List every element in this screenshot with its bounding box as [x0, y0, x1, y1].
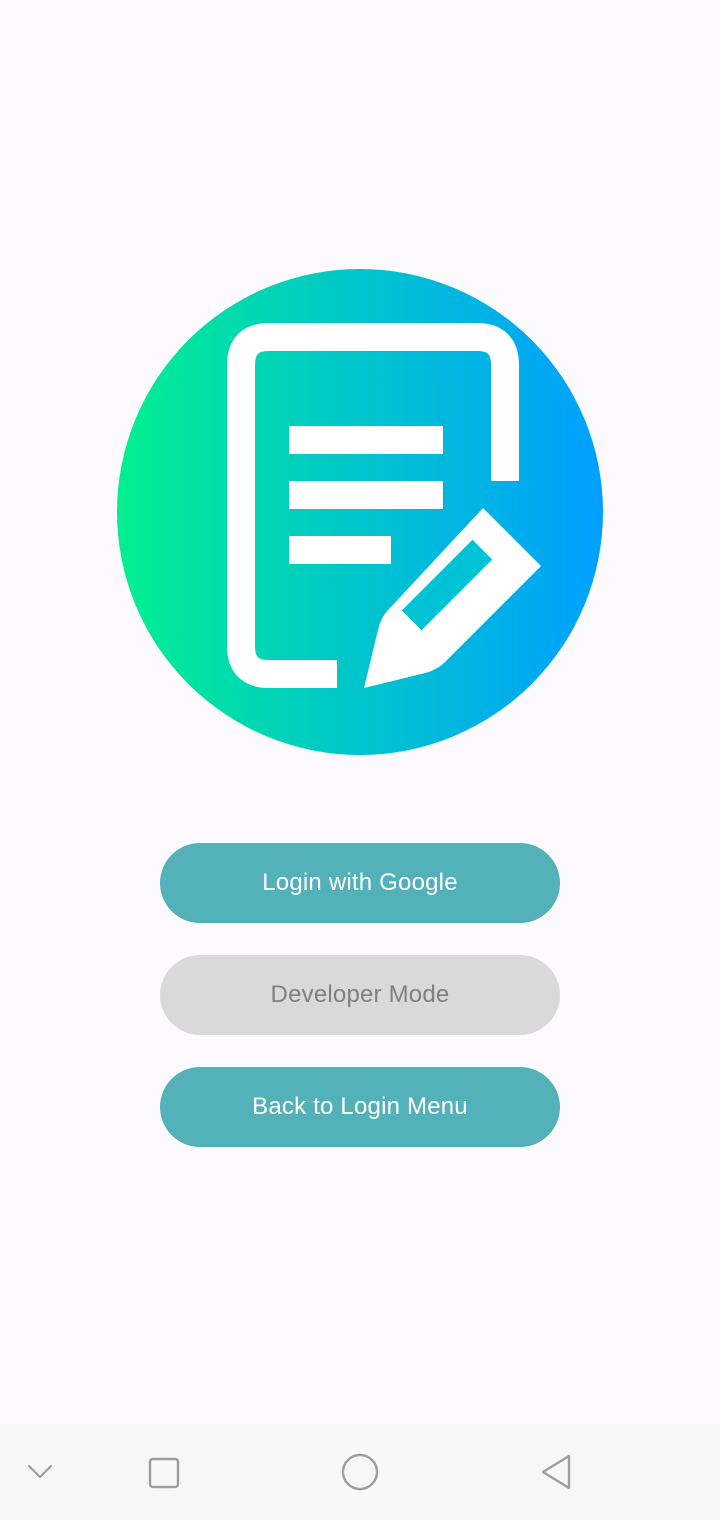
login-with-google-button[interactable]: Login with Google	[160, 843, 560, 923]
home-circle-icon[interactable]	[340, 1452, 380, 1492]
login-screen: Login with Google Developer Mode Back to…	[0, 0, 720, 1424]
back-to-login-menu-button[interactable]: Back to Login Menu	[160, 1067, 560, 1147]
text-line-2	[289, 481, 443, 509]
text-line-3	[289, 536, 391, 564]
back-triangle-icon[interactable]	[538, 1452, 574, 1492]
document-edit-icon	[117, 269, 603, 755]
text-line-1	[289, 426, 443, 454]
app-logo	[117, 269, 603, 755]
recents-square-icon[interactable]	[146, 1455, 182, 1491]
chevron-down-icon[interactable]	[26, 1460, 54, 1484]
developer-mode-button[interactable]: Developer Mode	[160, 955, 560, 1035]
